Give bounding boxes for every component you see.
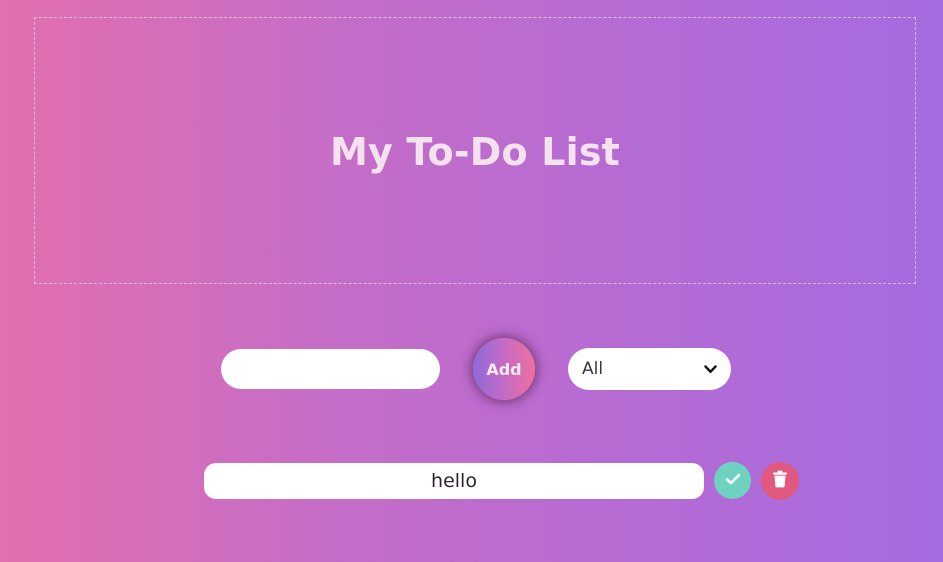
header-panel: My To-Do List <box>34 17 916 284</box>
todo-item: hello <box>204 463 704 499</box>
filter-select[interactable]: All <box>568 348 731 390</box>
todo-item-text: hello <box>431 470 477 492</box>
check-icon <box>725 471 741 490</box>
page-title: My To-Do List <box>329 129 621 174</box>
delete-button[interactable] <box>761 462 799 500</box>
todo-input[interactable] <box>221 349 440 389</box>
trash-icon <box>772 470 788 492</box>
chevron-down-icon <box>703 362 717 376</box>
complete-button[interactable] <box>714 462 751 499</box>
filter-select-value: All <box>582 359 604 379</box>
add-button[interactable]: Add <box>473 338 535 400</box>
